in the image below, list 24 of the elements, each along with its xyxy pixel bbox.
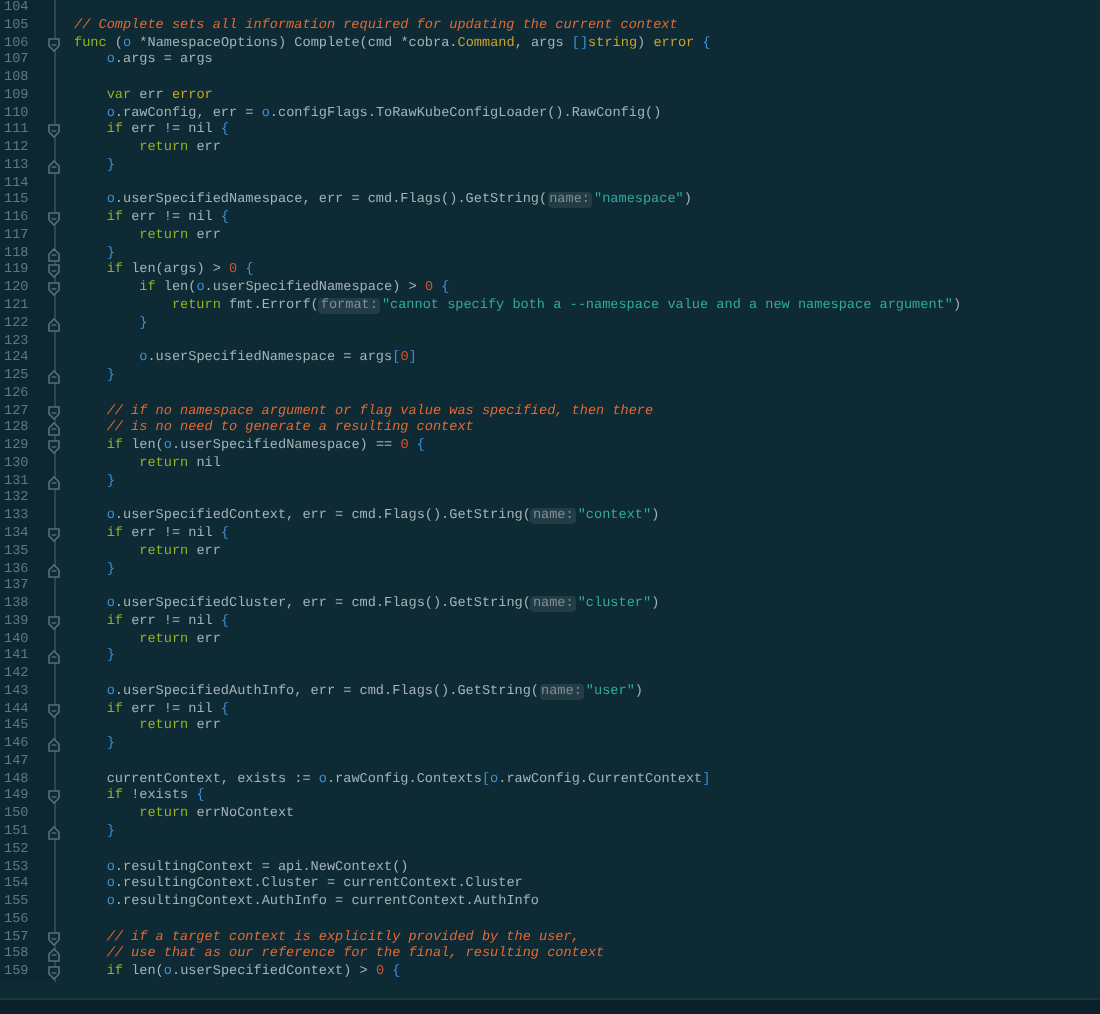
fold-icon[interactable] bbox=[48, 370, 60, 385]
fold-icon[interactable] bbox=[48, 966, 60, 981]
fold-icon[interactable] bbox=[48, 405, 60, 420]
fold-icon[interactable] bbox=[48, 931, 60, 946]
fold-icon[interactable] bbox=[48, 159, 60, 174]
fold-icon[interactable] bbox=[48, 422, 60, 437]
fold-icon[interactable] bbox=[48, 790, 60, 805]
fold-icon[interactable] bbox=[48, 738, 60, 753]
fold-icon[interactable] bbox=[48, 264, 60, 279]
fold-icon[interactable] bbox=[48, 475, 60, 490]
fold-icon[interactable] bbox=[48, 527, 60, 542]
fold-icon[interactable] bbox=[48, 948, 60, 963]
fold-icon[interactable] bbox=[48, 825, 60, 840]
fold-icon[interactable] bbox=[48, 247, 60, 262]
fold-icon[interactable] bbox=[48, 317, 60, 332]
fold-icon[interactable] bbox=[48, 440, 60, 455]
fold-icon[interactable] bbox=[48, 282, 60, 297]
fold-icon[interactable] bbox=[48, 124, 60, 139]
fold-icon[interactable] bbox=[48, 212, 60, 227]
fold-icon[interactable] bbox=[48, 615, 60, 630]
fold-icon[interactable] bbox=[48, 703, 60, 718]
fold-icon[interactable] bbox=[48, 563, 60, 577]
fold-icon[interactable] bbox=[48, 650, 60, 665]
fold-icon[interactable] bbox=[48, 37, 60, 52]
